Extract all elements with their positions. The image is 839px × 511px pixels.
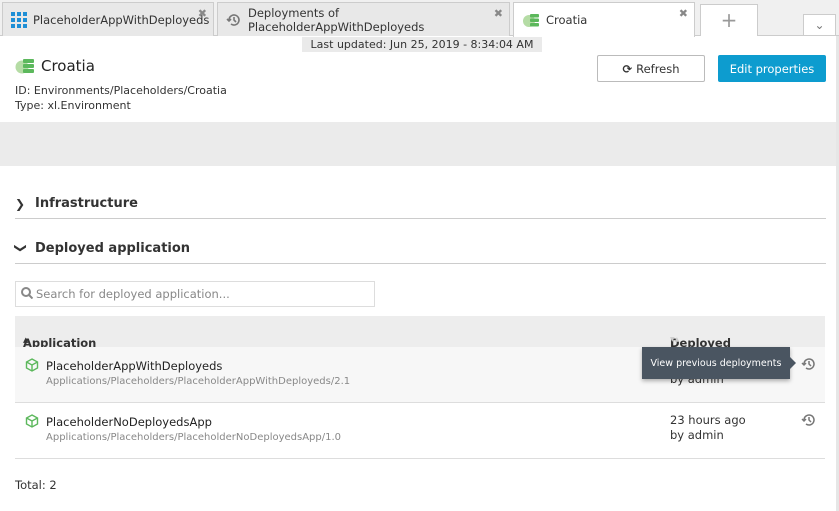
environment-id: ID: Environments/Placeholders/Croatia xyxy=(15,84,227,97)
history-icon[interactable] xyxy=(801,412,817,431)
close-icon[interactable]: ✖ xyxy=(198,7,207,20)
app-path: Applications/Placeholders/PlaceholderApp… xyxy=(46,376,351,387)
tab-placeholder-app[interactable]: PlaceholderAppWithDeployeds ✖ xyxy=(2,2,214,36)
app-name[interactable]: PlaceholderAppWithDeployeds xyxy=(46,359,222,373)
close-icon[interactable]: ✖ xyxy=(679,7,688,20)
grid-icon xyxy=(11,11,27,28)
section-infrastructure[interactable]: ❯ Infrastructure xyxy=(15,189,826,219)
sort-icon: ▼▲ xyxy=(670,336,680,343)
search-input[interactable]: Search for deployed application... xyxy=(15,281,375,307)
refresh-button[interactable]: ⟳ Refresh xyxy=(597,55,705,82)
tab-croatia[interactable]: Croatia ✖ xyxy=(513,2,695,37)
app-name[interactable]: PlaceholderNoDeployedsApp xyxy=(46,415,212,429)
package-icon xyxy=(25,358,39,375)
history-icon[interactable] xyxy=(801,356,817,375)
package-icon xyxy=(25,414,39,431)
last-updated: Last updated: Jun 25, 2019 - 8:34:04 AM xyxy=(302,37,542,52)
environment-icon xyxy=(15,58,35,74)
environment-icon xyxy=(522,13,540,27)
tab-dropdown-chevron-icon[interactable]: ⌄ xyxy=(803,14,836,36)
deployed-by: by admin xyxy=(670,428,724,442)
close-icon[interactable]: ✖ xyxy=(494,7,503,20)
app-path: Applications/Placeholders/PlaceholderNoD… xyxy=(46,432,342,443)
search-placeholder: Search for deployed application... xyxy=(36,287,230,301)
header-band xyxy=(0,122,836,166)
refresh-label: Refresh xyxy=(636,61,680,76)
search-icon xyxy=(21,286,34,302)
tab-label: Deployments of PlaceholderAppWithDeploye… xyxy=(248,5,425,34)
history-icon xyxy=(226,12,242,28)
refresh-icon: ⟳ xyxy=(622,61,633,76)
tab-deployments[interactable]: Deployments of PlaceholderAppWithDeploye… xyxy=(217,2,510,36)
add-tab-button[interactable]: + xyxy=(700,4,758,36)
tab-label: Croatia xyxy=(546,13,588,27)
total-count: Total: 2 xyxy=(15,478,57,492)
tab-label: PlaceholderAppWithDeployeds xyxy=(33,12,210,27)
sort-asc-icon: ▲ xyxy=(23,336,29,344)
page-title: Croatia xyxy=(15,57,95,75)
table-row[interactable]: PlaceholderNoDeployedsApp Applications/P… xyxy=(15,403,825,459)
section-label: Infrastructure xyxy=(35,196,138,211)
edit-properties-button[interactable]: Edit properties xyxy=(718,55,826,82)
title-text: Croatia xyxy=(41,57,95,75)
deployed-time: 23 hours ago xyxy=(670,413,746,427)
chevron-right-icon: ❯ xyxy=(15,196,26,211)
tooltip: View previous deployments xyxy=(642,347,796,379)
environment-type: Type: xl.Environment xyxy=(15,99,131,112)
chevron-down-icon: ❯ xyxy=(14,242,28,253)
table-header: Application ▲ Deployed ▼▲ xyxy=(15,316,825,350)
tab-bar: PlaceholderAppWithDeployeds ✖ Deployment… xyxy=(0,0,839,37)
section-deployed-application[interactable]: ❯ Deployed application xyxy=(14,234,826,264)
section-label: Deployed application xyxy=(35,241,191,256)
